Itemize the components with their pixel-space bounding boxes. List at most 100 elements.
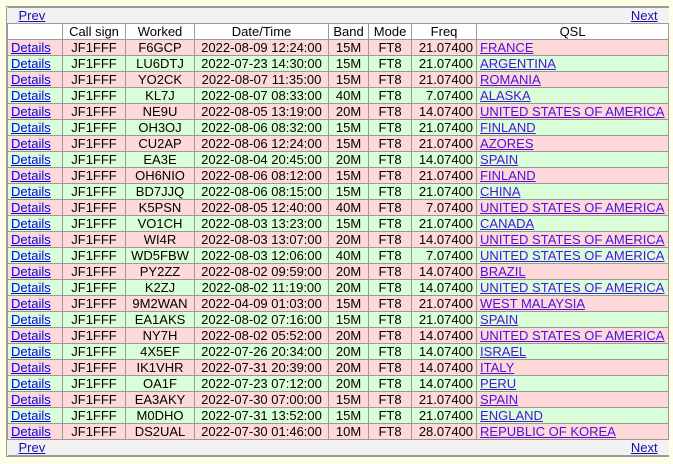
- mode-cell: FT8: [368, 375, 413, 392]
- qsl-country-link[interactable]: SPAIN: [480, 153, 518, 167]
- details-link[interactable]: Details: [11, 217, 51, 231]
- details-link[interactable]: Details: [11, 265, 51, 279]
- qsl-country-link[interactable]: ENGLAND: [480, 409, 543, 423]
- worked-cell: EA3AKY: [125, 391, 195, 408]
- details-link[interactable]: Details: [11, 345, 51, 359]
- qsl-cell: ITALY: [476, 359, 670, 376]
- details-link[interactable]: Details: [11, 425, 51, 439]
- details-link[interactable]: Details: [11, 185, 51, 199]
- datetime-cell: 2022-08-09 12:24:00: [193, 39, 330, 56]
- qsl-country-link[interactable]: CANADA: [480, 217, 534, 231]
- details-link[interactable]: Details: [11, 169, 51, 183]
- qsl-country-link[interactable]: CHINA: [480, 185, 520, 199]
- qsl-country-link[interactable]: UNITED STATES OF AMERICA: [480, 105, 664, 119]
- details-link[interactable]: Details: [11, 57, 51, 71]
- details-link[interactable]: Details: [11, 153, 51, 167]
- qsl-country-link[interactable]: BRAZIL: [480, 265, 526, 279]
- qsl-cell: UNITED STATES OF AMERICA: [476, 199, 670, 216]
- details-cell: Details: [7, 231, 63, 248]
- details-link[interactable]: Details: [11, 41, 51, 55]
- mode-cell: FT8: [368, 327, 413, 344]
- qsl-country-link[interactable]: UNITED STATES OF AMERICA: [480, 329, 664, 343]
- call-sign-cell: JF1FFF: [62, 311, 126, 328]
- details-link[interactable]: Details: [11, 377, 51, 391]
- qsl-country-link[interactable]: PERU: [480, 377, 516, 391]
- qsl-country-link[interactable]: FINLAND: [480, 121, 536, 135]
- datetime-cell: 2022-08-05 13:19:00: [193, 103, 330, 120]
- table-row: Details JF1FFF BD7JJQ 2022-08-06 08:15:00 15…: [7, 183, 670, 200]
- details-link[interactable]: Details: [11, 105, 51, 119]
- details-link[interactable]: Details: [11, 137, 51, 151]
- worked-cell: NY7H: [125, 327, 195, 344]
- worked-cell: PY2ZZ: [125, 263, 195, 280]
- qsl-country-link[interactable]: ALASKA: [480, 89, 531, 103]
- call-sign-cell: JF1FFF: [62, 263, 126, 280]
- qsl-country-link[interactable]: REPUBLIC OF KOREA: [480, 425, 616, 439]
- mode-cell: FT8: [368, 215, 413, 232]
- qsl-country-link[interactable]: AZORES: [480, 137, 533, 151]
- details-link[interactable]: Details: [11, 249, 51, 263]
- call-sign-cell: JF1FFF: [62, 407, 126, 424]
- qsl-country-link[interactable]: FINLAND: [480, 169, 536, 183]
- qsl-country-link[interactable]: ARGENTINA: [480, 57, 556, 71]
- details-cell: Details: [7, 391, 63, 408]
- details-link[interactable]: Details: [11, 313, 51, 327]
- mode-cell: FT8: [368, 55, 413, 72]
- qsl-country-link[interactable]: UNITED STATES OF AMERICA: [480, 281, 664, 295]
- table-row: Details JF1FFF 9M2WAN 2022-04-09 01:03:00 15…: [7, 295, 670, 312]
- qsl-country-link[interactable]: SPAIN: [480, 393, 518, 407]
- qsl-cell: ARGENTINA: [476, 55, 670, 72]
- details-link[interactable]: Details: [11, 201, 51, 215]
- qsl-country-link[interactable]: WEST MALAYSIA: [480, 297, 585, 311]
- details-link[interactable]: Details: [11, 281, 51, 295]
- column-header-freq: Freq: [411, 23, 478, 40]
- band-cell: 40M: [328, 87, 370, 104]
- qsl-country-link[interactable]: UNITED STATES OF AMERICA: [480, 201, 664, 215]
- mode-cell: FT8: [368, 263, 413, 280]
- details-link[interactable]: Details: [11, 121, 51, 135]
- call-sign-cell: JF1FFF: [62, 167, 126, 184]
- qsl-country-link[interactable]: UNITED STATES OF AMERICA: [480, 233, 664, 247]
- mode-cell: FT8: [368, 279, 413, 296]
- qsl-country-link[interactable]: SPAIN: [480, 313, 518, 327]
- band-cell: 15M: [328, 295, 370, 312]
- details-cell: Details: [7, 71, 63, 88]
- qsl-country-link[interactable]: ROMANIA: [480, 73, 541, 87]
- table-row: Details JF1FFF 4X5EF 2022-07-26 20:34:00 20M…: [7, 343, 670, 360]
- details-link[interactable]: Details: [11, 409, 51, 423]
- qsl-cell: SPAIN: [476, 311, 670, 328]
- details-link[interactable]: Details: [11, 297, 51, 311]
- call-sign-cell: JF1FFF: [62, 359, 126, 376]
- details-link[interactable]: Details: [11, 89, 51, 103]
- freq-cell: 7.07400: [411, 199, 478, 216]
- details-link[interactable]: Details: [11, 73, 51, 87]
- call-sign-cell: JF1FFF: [62, 135, 126, 152]
- band-cell: 20M: [328, 231, 370, 248]
- prev-link-bottom[interactable]: Prev: [19, 441, 46, 455]
- details-link[interactable]: Details: [11, 233, 51, 247]
- qsl-country-link[interactable]: ISRAEL: [480, 345, 526, 359]
- prev-link[interactable]: Prev: [19, 9, 46, 23]
- freq-cell: 14.07400: [411, 151, 478, 168]
- mode-cell: FT8: [368, 295, 413, 312]
- next-link[interactable]: Next: [631, 9, 658, 23]
- band-cell: 20M: [328, 263, 370, 280]
- worked-cell: DS2UAL: [125, 423, 195, 440]
- worked-cell: CU2AP: [125, 135, 195, 152]
- qsl-cell: AZORES: [476, 135, 670, 152]
- details-link[interactable]: Details: [11, 393, 51, 407]
- call-sign-cell: JF1FFF: [62, 247, 126, 264]
- call-sign-cell: JF1FFF: [62, 279, 126, 296]
- qsl-country-link[interactable]: FRANCE: [480, 41, 533, 55]
- details-link[interactable]: Details: [11, 329, 51, 343]
- datetime-cell: 2022-08-03 13:07:00: [193, 231, 330, 248]
- details-cell: Details: [7, 295, 63, 312]
- details-cell: Details: [7, 359, 63, 376]
- worked-cell: 9M2WAN: [125, 295, 195, 312]
- qsl-country-link[interactable]: ITALY: [480, 361, 514, 375]
- next-link-bottom[interactable]: Next: [631, 441, 658, 455]
- qsl-cell: ISRAEL: [476, 343, 670, 360]
- qsl-country-link[interactable]: UNITED STATES OF AMERICA: [480, 249, 664, 263]
- details-cell: Details: [7, 39, 63, 56]
- details-link[interactable]: Details: [11, 361, 51, 375]
